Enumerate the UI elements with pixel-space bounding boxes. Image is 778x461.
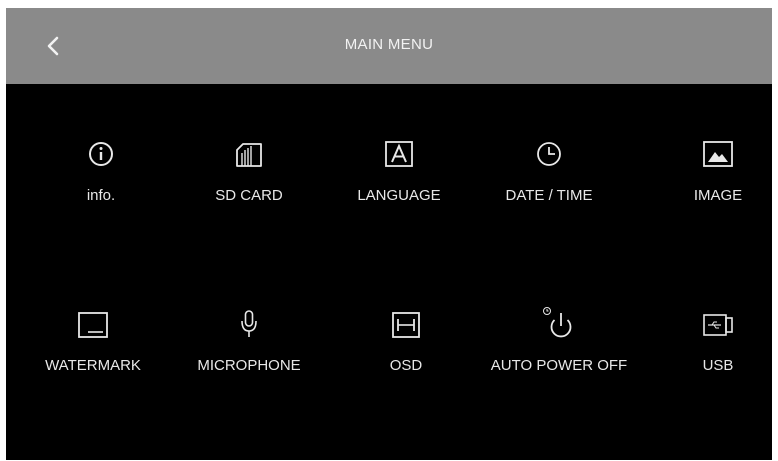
info-icon [81, 136, 121, 176]
menu-item-info[interactable]: info. [26, 136, 176, 236]
menu-item-label: info. [86, 187, 116, 204]
usb-icon [698, 306, 738, 346]
microphone-icon [229, 306, 269, 346]
menu-item-label: OSD [389, 357, 423, 374]
sd-card-icon [229, 136, 269, 176]
menu-item-label: WATERMARK [45, 357, 141, 374]
menu-item-label: AUTO POWER OFF [490, 357, 628, 374]
menu-item-auto-power-off[interactable]: AUTO POWER OFF [484, 306, 634, 406]
menu-item-watermark[interactable]: WATERMARK [18, 306, 168, 406]
osd-icon [386, 306, 426, 346]
menu-item-osd[interactable]: OSD [331, 306, 481, 406]
menu-item-language[interactable]: LANGUAGE [324, 136, 474, 236]
menu-item-label: LANGUAGE [357, 187, 441, 204]
menu-item-label: IMAGE [693, 187, 743, 204]
menu-item-label: USB [702, 357, 734, 374]
menu-item-label: SD CARD [215, 187, 283, 204]
watermark-icon [73, 306, 113, 346]
menu-item-usb[interactable]: USB [643, 306, 772, 406]
menu-item-label: MICROPHONE [197, 357, 301, 374]
menu-item-microphone[interactable]: MICROPHONE [174, 306, 324, 406]
image-icon [698, 136, 738, 176]
menu-item-image[interactable]: IMAGE [643, 136, 772, 236]
device-screen: MAIN MENU info. SD CARD LANGUAGE DATE / … [6, 8, 772, 460]
menu-item-sd-card[interactable]: SD CARD [174, 136, 324, 236]
clock-icon [529, 136, 569, 176]
header-bar: MAIN MENU [6, 8, 772, 84]
page-title: MAIN MENU [344, 36, 434, 53]
auto-power-off-icon [539, 306, 579, 346]
language-icon [379, 136, 419, 176]
menu-item-label: DATE / TIME [505, 187, 593, 204]
menu-item-date-time[interactable]: DATE / TIME [474, 136, 624, 236]
